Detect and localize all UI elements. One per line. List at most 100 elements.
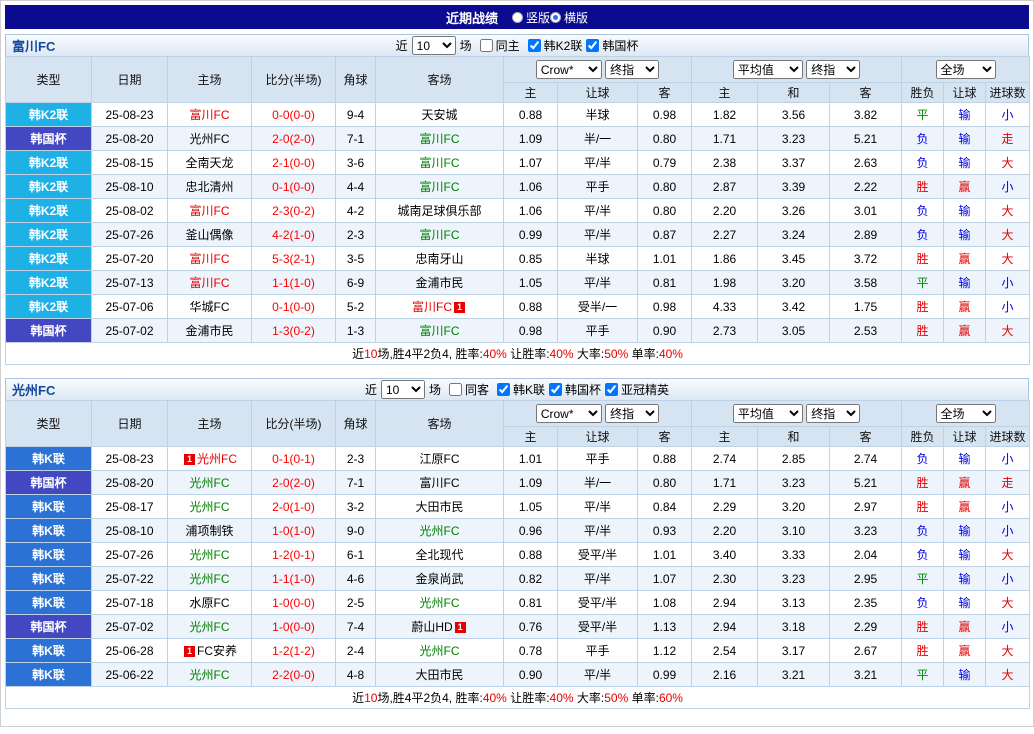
league-filter[interactable]: 韩国杯 [582,37,638,54]
team-name[interactable]: 光州FC [190,500,230,514]
team-name[interactable]: 富川FC [190,276,230,290]
date-cell: 25-08-15 [92,151,168,175]
team-name[interactable]: 富川FC [420,180,460,194]
score[interactable]: 0-1(0-0) [272,180,315,194]
same-venue-checkbox[interactable] [480,39,493,52]
final-odds-select[interactable]: 终指 [806,60,860,79]
same-venue-filter[interactable]: 同客 [445,381,489,398]
team-name[interactable]: 光州FC [190,668,230,682]
team-name[interactable]: FC安养 [197,644,237,658]
team-name[interactable]: 光州FC [190,620,230,634]
team-name[interactable]: 光州FC [190,572,230,586]
bookmaker-select[interactable]: Crow* [536,60,602,79]
radio-icon[interactable] [512,12,523,23]
score[interactable]: 2-2(0-0) [272,668,315,682]
team-name[interactable]: 富川FC [420,132,460,146]
team-name[interactable]: 光州FC [420,644,460,658]
team-name[interactable]: 富川FC [420,476,460,490]
score[interactable]: 2-0(2-0) [272,132,315,146]
score[interactable]: 1-3(0-2) [272,324,315,338]
score[interactable]: 1-2(1-2) [272,644,315,658]
team-name[interactable]: 全北现代 [415,548,463,562]
league-filter-checkbox[interactable] [528,39,541,52]
team-name[interactable]: 富川FC [412,300,452,314]
score[interactable]: 0-1(0-0) [272,300,315,314]
team-name[interactable]: 光州FC [420,596,460,610]
team-name[interactable]: 金浦市民 [415,276,463,290]
page: 近期战绩 竖版横版 富川FC 近 10 场 同主 韩K2联韩国杯 类型 [0,0,1034,727]
team-name[interactable]: 浦项制铁 [185,524,233,538]
score[interactable]: 0-1(0-1) [272,452,315,466]
team-name[interactable]: 富川FC [190,108,230,122]
score[interactable]: 5-3(2-1) [272,252,315,266]
score[interactable]: 1-0(0-0) [272,596,315,610]
team-name[interactable]: 忠北清州 [185,180,233,194]
score[interactable]: 1-0(1-0) [272,524,315,538]
team-name[interactable]: 富川FC [420,228,460,242]
team-name[interactable]: 釜山偶像 [185,228,233,242]
team-name[interactable]: 金泉尚武 [415,572,463,586]
league-filter-checkbox[interactable] [586,39,599,52]
league-filter-checkbox[interactable] [605,383,618,396]
league-filter-checkbox[interactable] [549,383,562,396]
team-name[interactable]: 富川FC [190,204,230,218]
average-odds-select[interactable]: 平均值 [733,404,803,423]
league-filter-checkbox[interactable] [497,383,510,396]
score[interactable]: 4-2(1-0) [272,228,315,242]
bookmaker-select[interactable]: Crow* [536,404,602,423]
score[interactable]: 1-0(0-0) [272,620,315,634]
final-odds-select[interactable]: 终指 [605,404,659,423]
fullmatch-select[interactable]: 全场 [936,60,996,79]
score[interactable]: 2-0(1-0) [272,500,315,514]
team-name[interactable]: 富川FC [420,324,460,338]
fullmatch-select[interactable]: 全场 [936,404,996,423]
team-name[interactable]: 光州FC [190,548,230,562]
recent-count-select[interactable]: 10 [381,380,425,399]
team-name[interactable]: 天安城 [421,108,457,122]
team-name[interactable]: 光州FC [190,476,230,490]
score[interactable]: 2-3(0-2) [272,204,315,218]
team-name[interactable]: 城南足球俱乐部 [397,204,481,218]
layout-radio-vertical[interactable]: 竖版 [512,9,550,26]
recent-count-select[interactable]: 10 [412,36,456,55]
team-name[interactable]: 金浦市民 [185,324,233,338]
final-odds-select[interactable]: 终指 [806,404,860,423]
score-cell: 4-2(1-0) [252,223,336,247]
same-venue-checkbox[interactable] [449,383,462,396]
score[interactable]: 1-1(1-0) [272,572,315,586]
team-name[interactable]: 光州FC [197,452,237,466]
radio-icon[interactable] [550,12,561,23]
team-name[interactable]: 全南天龙 [185,156,233,170]
score[interactable]: 1-2(0-1) [272,548,315,562]
layout-radio-horizontal[interactable]: 横版 [550,9,588,26]
summary-segment: 40% [550,347,574,361]
league-filter[interactable]: 韩K联 [493,381,545,398]
league-filter[interactable]: 韩国杯 [545,381,601,398]
league-type-cell: 韩国杯 [6,615,92,639]
team-name[interactable]: 华城FC [190,300,230,314]
team-name[interactable]: 大田市民 [415,500,463,514]
team-name[interactable]: 光州FC [190,132,230,146]
same-venue-filter[interactable]: 同主 [476,37,520,54]
col-type: 类型 [6,57,92,103]
team-name[interactable]: 大田市民 [415,668,463,682]
team-name[interactable]: 富川FC [420,156,460,170]
league-filter[interactable]: 亚冠精英 [601,381,669,398]
home-odds-cell: 0.99 [504,223,558,247]
score[interactable]: 0-0(0-0) [272,108,315,122]
score[interactable]: 1-1(1-0) [272,276,315,290]
score[interactable]: 2-1(0-0) [272,156,315,170]
team-name[interactable]: 江原FC [420,452,460,466]
away-odds-cell: 1.08 [638,591,692,615]
league-filter[interactable]: 韩K2联 [524,37,583,54]
score[interactable]: 2-0(2-0) [272,476,315,490]
team-name[interactable]: 蔚山HD [411,620,452,634]
team-name[interactable]: 水原FC [190,596,230,610]
team-name[interactable]: 光州FC [420,524,460,538]
final-odds-select[interactable]: 终指 [605,60,659,79]
team-name[interactable]: 富川FC [190,252,230,266]
team-name[interactable]: 忠南牙山 [415,252,463,266]
date-cell: 25-07-13 [92,271,168,295]
team-name-title: 富川FC [12,36,55,55]
average-odds-select[interactable]: 平均值 [733,60,803,79]
